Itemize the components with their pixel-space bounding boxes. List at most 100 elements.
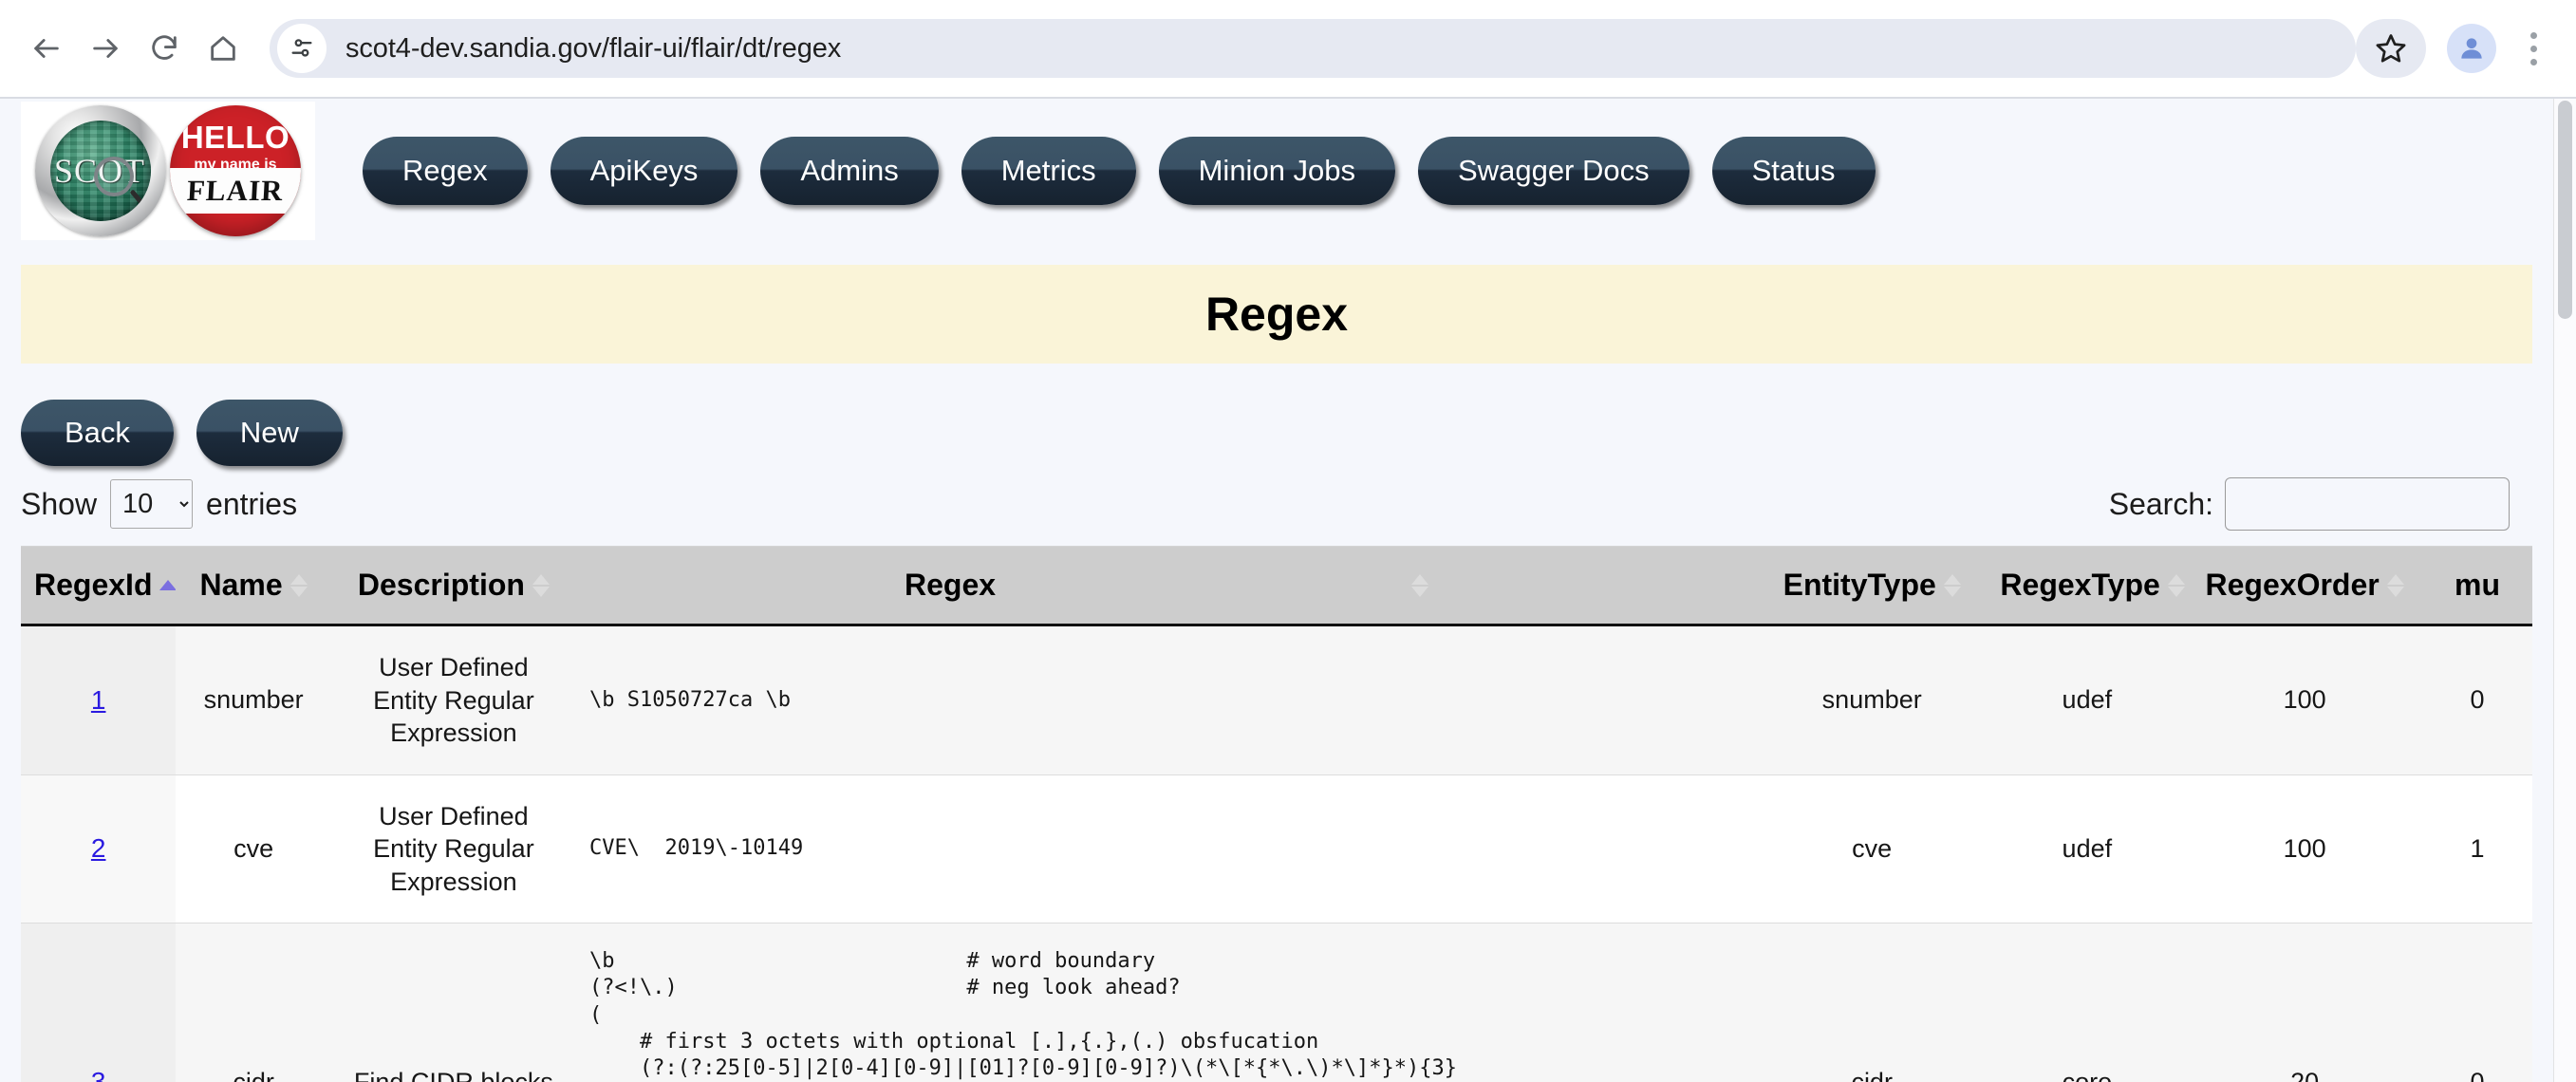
search-label: Search: [2108,486,2213,521]
app-header: SCOT HELLO my name is FLAIR Regex ApiKey… [0,99,2553,241]
nav-item-swagger-docs[interactable]: Swagger Docs [1418,137,1689,205]
cell-description: Find CIDR blocks [330,923,577,1082]
cell-entitytype: cve [1756,774,1988,924]
page-length-select[interactable]: 10 25 50 100 [110,479,194,529]
cell-regexorder: 100 [2187,625,2422,775]
column-header-multiword[interactable]: mu [2421,547,2532,626]
column-header-regex[interactable]: Regex [576,547,1757,626]
nav-item-minion-jobs[interactable]: Minion Jobs [1158,137,1396,205]
cell-regexid: 2 [21,774,177,924]
show-label: Show [21,486,98,521]
cell-name: cidr [176,923,331,1082]
scrollbar-thumb[interactable] [2558,101,2572,319]
cell-regex: \b S1050727ca \b [576,625,1757,775]
cell-multiword: 1 [2421,774,2532,924]
column-header-regexid[interactable]: RegexId [21,547,177,626]
profile-avatar[interactable] [2447,24,2496,73]
cell-regexorder: 20 [2187,923,2422,1082]
sort-arrows-icon [1943,573,1961,597]
page-title: Regex [1204,288,1349,341]
regex-text: \b # word boundary (?<!\.) # neg look ah… [589,949,1457,1080]
nav-item-metrics[interactable]: Metrics [961,137,1136,205]
cell-regextype: udef [1987,774,2188,924]
column-label: Regex [904,568,997,602]
sort-arrows-icon [2167,573,2185,597]
new-button[interactable]: New [196,400,343,466]
sort-arrows-icon [289,573,308,597]
home-icon[interactable] [194,19,252,78]
action-buttons-row: Back New [0,364,2553,466]
cell-entitytype: cidr [1756,923,1988,1082]
reload-icon[interactable] [135,19,194,78]
back-arrow-icon[interactable] [17,19,76,78]
column-header-regextype[interactable]: RegexType [1987,547,2188,626]
site-settings-icon[interactable] [277,24,327,73]
forward-arrow-icon[interactable] [76,19,135,78]
column-label: RegexOrder [2205,568,2380,602]
cell-regexid: 1 [21,625,177,775]
cell-name: snumber [176,625,331,775]
column-label: RegexId [34,568,153,602]
table-row[interactable]: 3 cidr Find CIDR blocks \b # word bounda… [21,923,2532,1082]
column-label: Description [357,568,525,602]
back-button[interactable]: Back [21,400,174,466]
sort-arrow-ascending-icon [159,580,177,590]
table-row[interactable]: 1 snumber User Defined Entity Regular Ex… [21,625,2532,775]
column-label: EntityType [1783,568,1936,602]
cell-regexid: 3 [21,923,177,1082]
table-row[interactable]: 2 cve User Defined Entity Regular Expres… [21,774,2532,924]
page-length-control: Show 10 25 50 100 entries [21,479,297,529]
nav-item-admins[interactable]: Admins [760,137,939,205]
regex-text: CVE\ 2019\-10149 [589,836,804,861]
url-text: scot4-dev.sandia.gov/flair-ui/flair/dt/r… [345,32,842,64]
column-header-entitytype[interactable]: EntityType [1756,547,1988,626]
regex-text: \b S1050727ca \b [589,687,791,712]
toolbar-right-icons [2356,19,2555,78]
cell-multiword: 0 [2421,923,2532,1082]
cell-description: User Defined Entity Regular Expression [330,774,577,924]
search-control: Search: [2109,477,2510,531]
nav-item-status[interactable]: Status [1711,137,1876,205]
page-viewport: SCOT HELLO my name is FLAIR Regex ApiKey… [0,99,2553,1082]
search-input[interactable] [2225,477,2510,531]
browser-toolbar: scot4-dev.sandia.gov/flair-ui/flair/dt/r… [0,0,2576,97]
cell-regex: \b # word boundary (?<!\.) # neg look ah… [576,923,1757,1082]
cell-name: cve [176,774,331,924]
scot-logo-icon: SCOT [35,105,166,236]
address-bar[interactable]: scot4-dev.sandia.gov/flair-ui/flair/dt/r… [270,19,2356,78]
table-body: 1 snumber User Defined Entity Regular Ex… [21,625,2532,1082]
cell-regextype: udef [1987,625,2188,775]
column-header-regexorder[interactable]: RegexOrder [2187,547,2422,626]
browser-menu-icon[interactable] [2511,19,2555,78]
entries-label: entries [206,486,298,521]
flair-name-text: FLAIR [186,174,285,207]
sort-arrows-icon [1411,573,1429,597]
sort-arrows-icon [532,573,550,597]
regex-id-link[interactable]: 1 [91,685,106,715]
table-controls-row: Show 10 25 50 100 entries Search: [0,466,2553,531]
regex-id-link[interactable]: 2 [91,833,106,863]
column-label: Name [199,568,283,602]
regex-id-link[interactable]: 3 [91,1067,106,1082]
page-title-banner: Regex [21,265,2532,364]
nav-item-apikeys[interactable]: ApiKeys [550,137,738,205]
bookmark-star-icon[interactable] [2356,19,2426,78]
column-header-name[interactable]: Name [176,547,331,626]
cell-regex: CVE\ 2019\-10149 [576,774,1757,924]
cell-regexorder: 100 [2187,774,2422,924]
cell-entitytype: snumber [1756,625,1988,775]
column-label: RegexType [2000,568,2160,602]
flair-nametag-icon: HELLO my name is FLAIR [170,105,301,236]
nav-item-regex[interactable]: Regex [363,137,528,205]
column-label: mu [2454,568,2500,602]
app-logo[interactable]: SCOT HELLO my name is FLAIR [21,102,315,240]
cell-description: User Defined Entity Regular Expression [330,625,577,775]
regex-datatable: RegexId Name Description Regex EntityTyp… [21,546,2532,1082]
flair-hello-text: HELLO [180,120,290,155]
cell-multiword: 0 [2421,625,2532,775]
page-scrollbar[interactable] [2553,99,2576,1082]
column-header-description[interactable]: Description [330,547,577,626]
page-content: SCOT HELLO my name is FLAIR Regex ApiKey… [0,97,2576,1082]
table-header-row: RegexId Name Description Regex EntityTyp… [21,547,2532,626]
main-navigation: Regex ApiKeys Admins Metrics Minion Jobs… [363,137,1876,205]
